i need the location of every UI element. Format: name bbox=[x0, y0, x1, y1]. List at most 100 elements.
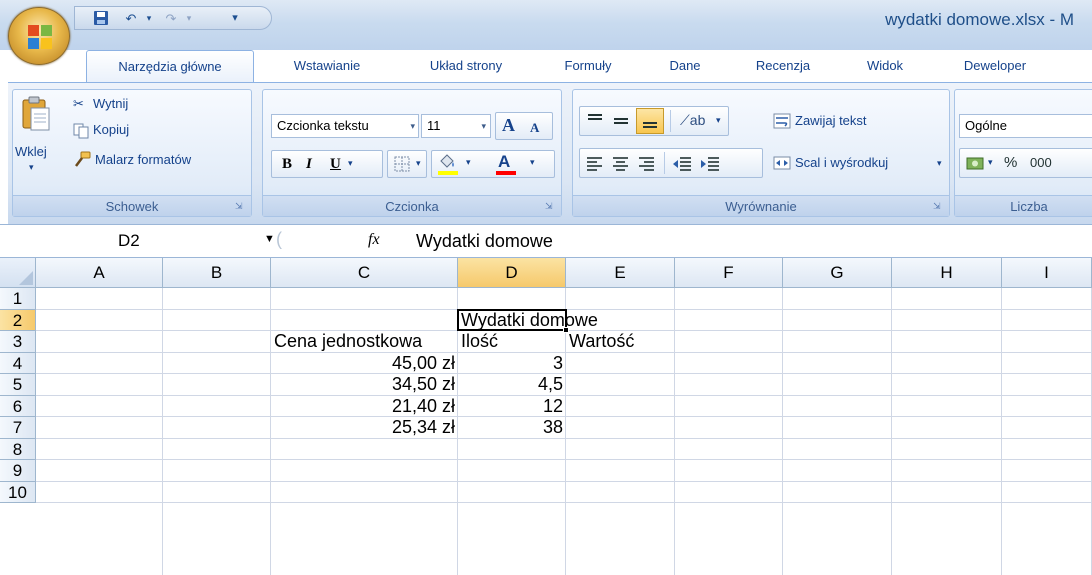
redo-dropdown-icon[interactable]: ▾ bbox=[179, 10, 199, 27]
undo-dropdown-icon[interactable]: ▾ bbox=[139, 10, 159, 27]
row-header-4[interactable]: 4 bbox=[0, 352, 36, 374]
underline-dropdown-icon[interactable]: ▾ bbox=[348, 158, 353, 169]
number-format-combo[interactable]: Ogólne bbox=[959, 114, 1092, 138]
column-header-d[interactable]: D bbox=[458, 258, 566, 288]
row-header-1[interactable]: 1 bbox=[0, 288, 36, 310]
select-all-button[interactable] bbox=[0, 258, 36, 288]
row-header-6[interactable]: 6 bbox=[0, 395, 36, 417]
tab-uklad-strony[interactable]: Układ strony bbox=[404, 50, 528, 82]
cell-c4[interactable]: 45,00 zł bbox=[271, 352, 455, 374]
number-buttons: ▾ % 000 bbox=[959, 148, 1092, 178]
tab-deweloper[interactable]: Deweloper bbox=[940, 50, 1050, 82]
font-name-combo[interactable]: Czcionka tekstu ▾ bbox=[271, 114, 419, 138]
tab-narzedzia-glowne[interactable]: Narzędzia główne bbox=[86, 50, 254, 82]
column-header-f[interactable]: F bbox=[675, 258, 783, 288]
cell-c7[interactable]: 25,34 zł bbox=[271, 416, 455, 438]
column-header-i[interactable]: I bbox=[1002, 258, 1092, 288]
font-color-icon: A bbox=[498, 152, 511, 171]
formula-input[interactable]: Wydatki domowe bbox=[416, 225, 553, 257]
tab-widok[interactable]: Widok bbox=[850, 50, 920, 82]
save-icon[interactable] bbox=[91, 10, 111, 27]
cell-d3[interactable]: Ilość bbox=[461, 330, 498, 352]
tab-wstawianie[interactable]: Wstawianie bbox=[272, 50, 382, 82]
italic-button[interactable]: I bbox=[306, 156, 312, 173]
row-header-9[interactable]: 9 bbox=[0, 460, 36, 482]
accounting-dropdown-icon[interactable]: ▾ bbox=[988, 157, 993, 168]
name-box[interactable]: D2 bbox=[0, 225, 262, 257]
grow-font-button[interactable]: A bbox=[502, 115, 515, 136]
cell-d5[interactable]: 4,5 bbox=[458, 373, 563, 395]
cell-d7[interactable]: 38 bbox=[458, 416, 563, 438]
cell-e3[interactable]: Wartość bbox=[569, 330, 634, 352]
borders-button[interactable]: ▾ bbox=[387, 150, 427, 178]
accounting-format-icon[interactable] bbox=[966, 155, 986, 173]
column-header-c[interactable]: C bbox=[271, 258, 458, 288]
underline-button[interactable]: U bbox=[330, 156, 341, 173]
horizontal-align-buttons bbox=[579, 148, 763, 178]
orientation-icon[interactable]: ⟋ab bbox=[680, 112, 705, 129]
insert-function-button[interactable]: fx bbox=[368, 231, 380, 249]
customize-qat-icon[interactable]: ▾ bbox=[225, 10, 245, 27]
scissors-icon: ✂ bbox=[73, 96, 84, 111]
column-header-h[interactable]: H bbox=[892, 258, 1002, 288]
formula-splitter-icon[interactable]: ( bbox=[276, 229, 282, 250]
cell-c5[interactable]: 34,50 zł bbox=[271, 373, 455, 395]
percent-style-button[interactable]: % bbox=[1004, 154, 1017, 171]
paste-button[interactable]: Wklej ▾ bbox=[15, 94, 55, 186]
bold-button[interactable]: B bbox=[282, 156, 292, 173]
row-header-5[interactable]: 5 bbox=[0, 374, 36, 396]
cell-c3[interactable]: Cena jednostkowa bbox=[274, 330, 422, 352]
font-size-value: 11 bbox=[427, 118, 441, 133]
row-header-10[interactable]: 10 bbox=[0, 481, 36, 503]
paste-dropdown-icon: ▾ bbox=[29, 162, 34, 172]
cell-d4[interactable]: 3 bbox=[458, 352, 563, 374]
row-header-8[interactable]: 8 bbox=[0, 438, 36, 460]
row-header-7[interactable]: 7 bbox=[0, 417, 36, 439]
fill-handle[interactable] bbox=[563, 327, 569, 333]
font-color-button[interactable]: A ▾ bbox=[494, 152, 552, 176]
cut-button[interactable]: ✂ Wytnij bbox=[73, 94, 193, 116]
row-header-3[interactable]: 3 bbox=[0, 331, 36, 353]
cell-c6[interactable]: 21,40 zł bbox=[271, 395, 455, 417]
increase-indent-icon[interactable] bbox=[700, 156, 720, 172]
paste-label: Wklej bbox=[15, 144, 47, 159]
decrease-indent-icon[interactable] bbox=[672, 156, 692, 172]
redo-icon[interactable]: ↷ bbox=[161, 10, 181, 27]
font-launcher-icon[interactable]: ⇲ bbox=[545, 200, 557, 212]
comma-style-button[interactable]: 000 bbox=[1030, 155, 1052, 170]
cell-d6[interactable]: 12 bbox=[458, 395, 563, 417]
ribbon-tabs: Narzędzia główne Wstawianie Układ strony… bbox=[0, 50, 1092, 82]
fill-color-button[interactable]: ▾ bbox=[436, 154, 486, 176]
align-center-icon[interactable] bbox=[612, 156, 630, 172]
tab-dane[interactable]: Dane bbox=[652, 50, 718, 82]
row-header-2[interactable]: 2 bbox=[0, 309, 36, 331]
align-bottom-button[interactable] bbox=[636, 108, 664, 134]
align-top-icon[interactable] bbox=[586, 113, 604, 129]
column-header-e[interactable]: E bbox=[566, 258, 675, 288]
format-painter-button[interactable]: Malarz formatów bbox=[73, 148, 249, 172]
wrap-text-button[interactable]: Zawijaj tekst bbox=[773, 110, 923, 134]
style-buttons: B I U ▾ bbox=[271, 150, 383, 178]
shrink-font-button[interactable]: A bbox=[530, 120, 539, 136]
align-middle-icon[interactable] bbox=[612, 113, 630, 129]
orientation-dropdown-icon[interactable]: ▾ bbox=[716, 115, 721, 126]
align-left-icon[interactable] bbox=[586, 156, 604, 172]
align-right-icon[interactable] bbox=[638, 156, 656, 172]
worksheet-grid[interactable]: A B C D E F G H I 1 2 3 4 5 6 7 8 9 10 Wydatki domowe Cena j… bbox=[0, 258, 1092, 575]
tab-recenzja[interactable]: Recenzja bbox=[738, 50, 828, 82]
brush-icon bbox=[75, 151, 91, 167]
column-header-g[interactable]: G bbox=[783, 258, 892, 288]
tab-formuly[interactable]: Formuły bbox=[548, 50, 628, 82]
copy-button[interactable]: Kopiuj bbox=[73, 120, 193, 142]
column-header-a[interactable]: A bbox=[36, 258, 163, 288]
undo-icon[interactable]: ↶ bbox=[121, 10, 141, 27]
merge-dropdown-icon: ▾ bbox=[937, 158, 942, 168]
column-header-b[interactable]: B bbox=[163, 258, 271, 288]
office-button[interactable] bbox=[8, 7, 70, 65]
gridline bbox=[1001, 288, 1002, 575]
alignment-launcher-icon[interactable]: ⇲ bbox=[933, 200, 945, 212]
clipboard-launcher-icon[interactable]: ⇲ bbox=[235, 200, 247, 212]
merge-center-button[interactable]: Scal i wyśrodkuj ▾ bbox=[773, 152, 949, 176]
font-size-combo[interactable]: 11 ▾ bbox=[421, 114, 491, 138]
group-number: Ogólne ▾ % 000 Liczba bbox=[954, 89, 1092, 217]
